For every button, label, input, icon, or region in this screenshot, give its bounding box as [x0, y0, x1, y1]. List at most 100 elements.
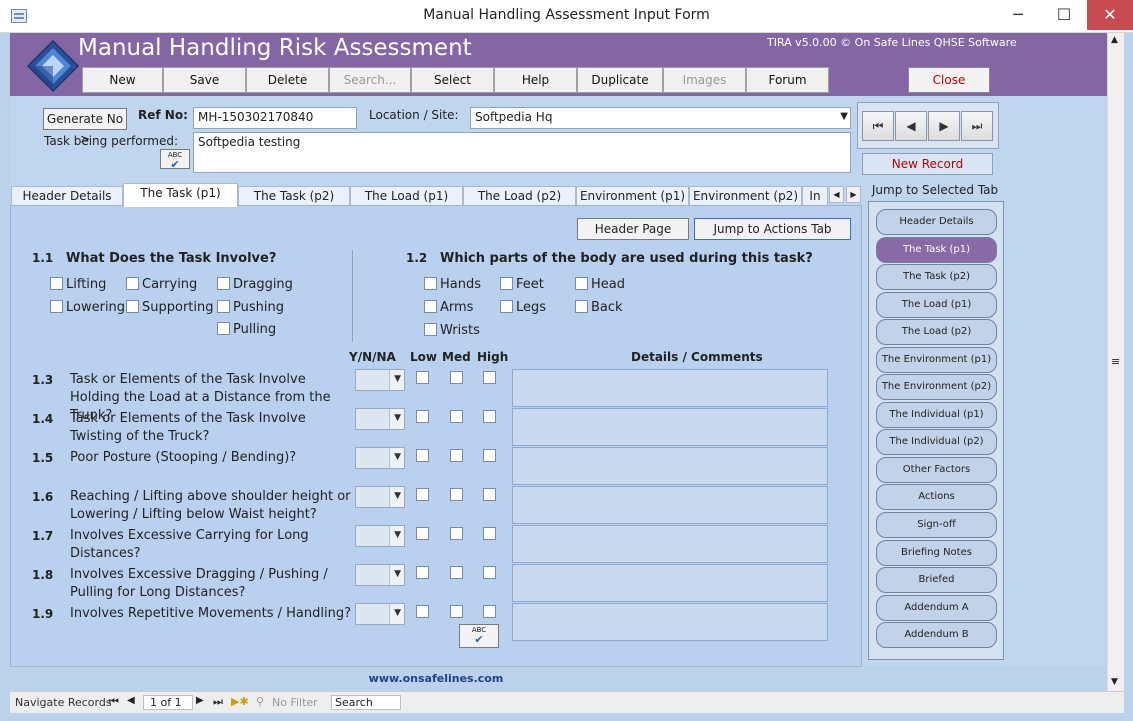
high-checkbox[interactable] [483, 527, 496, 540]
head-checkbox[interactable] [575, 277, 588, 290]
wrists-checkbox[interactable] [424, 323, 437, 336]
jump-tab-the-task-p1[interactable]: The Task (p1) [876, 237, 997, 263]
last-record-button[interactable]: ⏭ [961, 111, 993, 141]
maximize-button[interactable]: ☐ [1041, 0, 1087, 30]
location-select[interactable]: Softpedia Hq ▼ [470, 107, 851, 129]
carrying-checkbox[interactable] [126, 277, 139, 290]
ynna-select[interactable]: ▼ [355, 408, 405, 430]
header-page-button[interactable]: Header Page [577, 218, 689, 240]
legs-checkbox[interactable] [500, 300, 513, 313]
tab-the-load-p1[interactable]: The Load (p1) [350, 186, 463, 206]
help-button[interactable]: Help [494, 67, 577, 93]
new-record-icon[interactable]: ▶✱ [231, 695, 249, 708]
website-link[interactable]: www.onsafelines.com [10, 672, 862, 685]
vertical-scrollbar[interactable]: ▲ ≡ ▼ [1107, 33, 1124, 691]
med-checkbox[interactable] [450, 371, 463, 384]
select-button[interactable]: Select [411, 67, 494, 93]
tab-header-details[interactable]: Header Details [11, 186, 123, 206]
high-checkbox[interactable] [483, 371, 496, 384]
feet-checkbox[interactable] [500, 277, 513, 290]
details-field[interactable] [512, 447, 828, 485]
ynna-select[interactable]: ▼ [355, 369, 405, 391]
arms-checkbox[interactable] [424, 300, 437, 313]
search-input[interactable]: Search [331, 695, 401, 710]
jump-tab-environment-p2[interactable]: The Environment (p2) [876, 374, 997, 400]
low-checkbox[interactable] [416, 488, 429, 501]
jump-tab-the-load-p1[interactable]: The Load (p1) [876, 292, 997, 318]
chevron-down-icon[interactable]: ▼ [840, 111, 848, 122]
jump-tab-the-load-p2[interactable]: The Load (p2) [876, 319, 997, 345]
ynna-select[interactable]: ▼ [355, 525, 405, 547]
high-checkbox[interactable] [483, 566, 496, 579]
previous-record-icon[interactable]: ◀ [127, 695, 135, 706]
ref-no-field[interactable]: MH-150302170840 [193, 107, 357, 129]
generate-number-button[interactable]: Generate No > [43, 108, 127, 146]
jump-tab-briefing-notes[interactable]: Briefing Notes [876, 540, 997, 566]
details-field[interactable] [512, 408, 828, 446]
jump-tab-individual-p1[interactable]: The Individual (p1) [876, 402, 997, 428]
back-checkbox[interactable] [575, 300, 588, 313]
high-checkbox[interactable] [483, 605, 496, 618]
scroll-down-icon[interactable]: ▼ [1111, 677, 1118, 687]
low-checkbox[interactable] [416, 566, 429, 579]
pushing-checkbox[interactable] [217, 300, 230, 313]
jump-tab-actions[interactable]: Actions [876, 484, 997, 510]
duplicate-button[interactable]: Duplicate [577, 67, 663, 93]
dragging-checkbox[interactable] [217, 277, 230, 290]
search-button[interactable]: Search... [329, 67, 411, 93]
ynna-select[interactable]: ▼ [355, 447, 405, 469]
tab-scroll-right-icon[interactable]: ▶ [846, 186, 861, 203]
ynna-select[interactable]: ▼ [355, 564, 405, 586]
tab-the-load-p2[interactable]: The Load (p2) [463, 186, 576, 206]
med-checkbox[interactable] [450, 605, 463, 618]
lowering-checkbox[interactable] [50, 300, 63, 313]
tab-the-task-p1[interactable]: The Task (p1) [123, 183, 238, 207]
jump-tab-addendum-b[interactable]: Addendum B [876, 622, 997, 648]
next-record-button[interactable]: ▶ [928, 111, 960, 141]
record-position-field[interactable]: 1 of 1 [143, 695, 193, 710]
details-field[interactable] [512, 486, 828, 524]
details-field[interactable] [512, 369, 828, 407]
filter-icon[interactable]: ⚲ [256, 695, 264, 708]
jump-tab-environment-p1[interactable]: The Environment (p1) [876, 347, 997, 373]
details-field[interactable] [512, 603, 828, 641]
spell-check-icon[interactable]: ABC ✔ [459, 624, 499, 648]
task-field[interactable]: Softpedia testing [193, 132, 851, 173]
tab-scroll-left-icon[interactable]: ◀ [829, 186, 844, 203]
images-button[interactable]: Images [663, 67, 746, 93]
first-record-icon[interactable]: ⏮ [109, 695, 119, 709]
jump-tab-other-factors[interactable]: Other Factors [876, 457, 997, 483]
jump-tab-briefed[interactable]: Briefed [876, 567, 997, 593]
med-checkbox[interactable] [450, 410, 463, 423]
previous-record-button[interactable]: ◀ [895, 111, 927, 141]
low-checkbox[interactable] [416, 371, 429, 384]
save-button[interactable]: Save [163, 67, 246, 93]
first-record-button[interactable]: ⏮ [862, 111, 894, 141]
high-checkbox[interactable] [483, 488, 496, 501]
delete-button[interactable]: Delete [246, 67, 329, 93]
jump-tab-individual-p2[interactable]: The Individual (p2) [876, 429, 997, 455]
tab-the-task-p2[interactable]: The Task (p2) [238, 186, 350, 206]
ynna-select[interactable]: ▼ [355, 486, 405, 508]
med-checkbox[interactable] [450, 488, 463, 501]
no-filter-label[interactable]: No Filter [272, 696, 318, 709]
close-button[interactable]: Close [908, 67, 990, 93]
high-checkbox[interactable] [483, 449, 496, 462]
high-checkbox[interactable] [483, 410, 496, 423]
jump-to-actions-button[interactable]: Jump to Actions Tab [694, 218, 851, 240]
med-checkbox[interactable] [450, 527, 463, 540]
hands-checkbox[interactable] [424, 277, 437, 290]
scroll-up-icon[interactable]: ▲ [1111, 35, 1118, 45]
spell-check-icon[interactable]: ABC ✔ [160, 149, 190, 170]
minimize-button[interactable]: ─ [995, 0, 1041, 30]
tab-environment-p1[interactable]: Environment (p1) [576, 186, 689, 206]
med-checkbox[interactable] [450, 566, 463, 579]
last-record-icon[interactable]: ⏭ [213, 695, 223, 709]
jump-tab-the-task-p2[interactable]: The Task (p2) [876, 264, 997, 290]
low-checkbox[interactable] [416, 410, 429, 423]
low-checkbox[interactable] [416, 449, 429, 462]
jump-tab-sign-off[interactable]: Sign-off [876, 512, 997, 538]
tab-individual-partial[interactable]: In [802, 186, 828, 206]
supporting-checkbox[interactable] [126, 300, 139, 313]
jump-tab-header-details[interactable]: Header Details [876, 209, 997, 235]
